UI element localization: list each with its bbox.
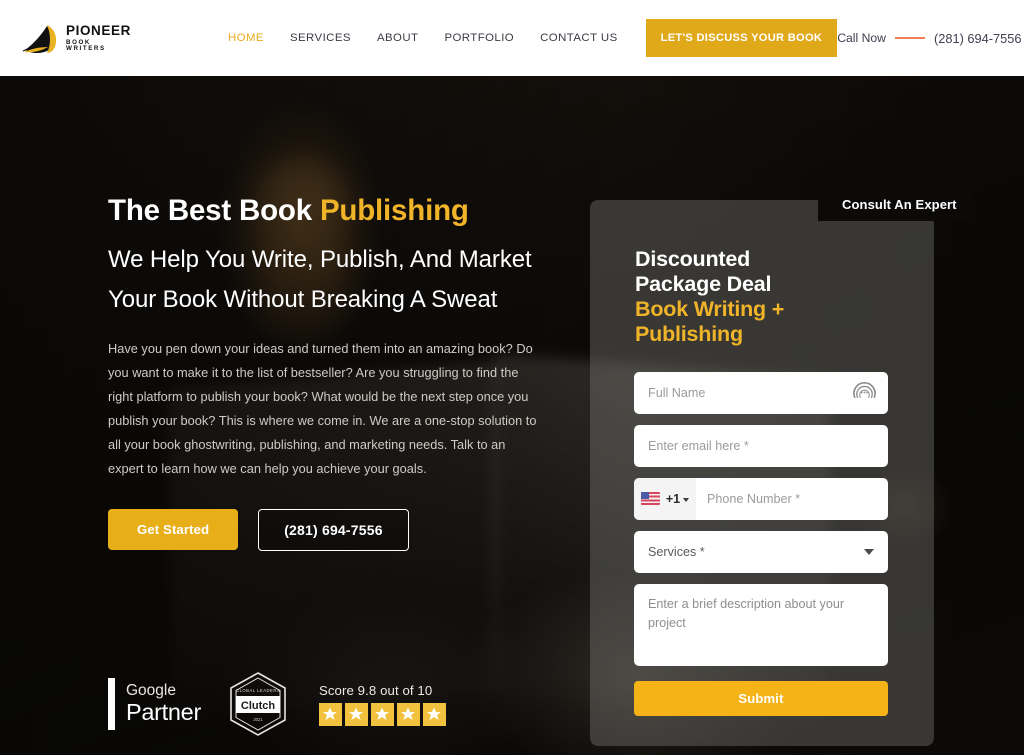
submit-button[interactable]: Submit bbox=[634, 680, 888, 716]
nav-item-about[interactable]: ABOUT bbox=[377, 32, 419, 44]
services-select[interactable]: Services * bbox=[634, 530, 888, 573]
hero-title: The Best Book Publishing bbox=[108, 194, 558, 227]
primary-nav: HOME SERVICES ABOUT PORTFOLIO CONTACT US bbox=[228, 32, 618, 44]
star-icon bbox=[344, 702, 368, 726]
form-heading-line2: Package Deal bbox=[635, 272, 772, 297]
form-heading-line3: Book Writing + bbox=[635, 297, 785, 322]
google-partner-text: Google Partner bbox=[126, 681, 201, 725]
site-header: PIONEER BOOK WRITERS HOME SERVICES ABOUT… bbox=[0, 0, 1024, 76]
google-partner-line2: Partner bbox=[126, 698, 201, 725]
lets-discuss-your-book-button[interactable]: LET'S DISCUSS YOUR BOOK bbox=[645, 19, 838, 57]
call-now-label: Call Now bbox=[837, 31, 886, 45]
form-heading-line4: Publishing bbox=[635, 322, 743, 347]
us-flag-icon bbox=[640, 492, 660, 506]
nav-item-services[interactable]: SERVICES bbox=[290, 32, 351, 44]
rating-score-text: Score 9.8 out of 10 bbox=[318, 682, 433, 698]
email-input[interactable] bbox=[634, 424, 888, 467]
country-code-label: +1 bbox=[665, 491, 681, 506]
hero-phone-button[interactable]: (281) 694-7556 bbox=[258, 508, 409, 551]
services-select-label: Services * bbox=[648, 544, 705, 559]
trust-badges: Google Partner Clutch GLOBAL LEADERS 202… bbox=[108, 671, 446, 737]
form-panel-heading: Discounted Package Deal Book Writing + P… bbox=[590, 200, 934, 348]
phone-field[interactable]: +1 bbox=[634, 477, 888, 520]
call-now-divider bbox=[894, 37, 925, 39]
voice-chat-icon[interactable] bbox=[852, 380, 877, 405]
form-heading-line1: Discounted bbox=[635, 247, 751, 271]
google-partner-badge: Google Partner bbox=[108, 678, 201, 730]
full-name-field[interactable] bbox=[634, 371, 888, 414]
hero-title-plain: The Best Book bbox=[108, 194, 320, 227]
star-icon bbox=[422, 702, 446, 726]
rating-badge: Score 9.8 out of 10 bbox=[318, 682, 446, 726]
chevron-down-icon bbox=[683, 497, 690, 502]
full-name-input[interactable] bbox=[634, 371, 888, 414]
consult-an-expert-tab[interactable]: Consult An Expert bbox=[818, 189, 974, 221]
svg-text:Clutch: Clutch bbox=[241, 700, 276, 712]
clutch-badge-icon: Clutch GLOBAL LEADERS 2021 bbox=[230, 672, 286, 736]
hero-button-row: Get Started (281) 694-7556 bbox=[108, 508, 558, 551]
phone-input[interactable] bbox=[696, 477, 888, 520]
project-description-textarea[interactable] bbox=[634, 583, 888, 666]
call-now-block: Call Now (281) 694-7556 bbox=[837, 31, 1021, 46]
nav-item-contact-us[interactable]: CONTACT US bbox=[540, 32, 618, 44]
email-field[interactable] bbox=[634, 424, 888, 467]
google-partner-bar bbox=[108, 678, 115, 730]
svg-text:GLOBAL LEADERS: GLOBAL LEADERS bbox=[236, 688, 280, 693]
star-icon bbox=[318, 702, 342, 726]
logo-subtitle: BOOK WRITERS bbox=[66, 38, 106, 52]
star-icon bbox=[370, 702, 394, 726]
logo-text: PIONEER BOOK WRITERS bbox=[66, 24, 131, 52]
rating-stars bbox=[318, 702, 446, 726]
get-started-button[interactable]: Get Started bbox=[108, 509, 239, 551]
call-now-phone-number[interactable]: (281) 694-7556 bbox=[934, 31, 1022, 46]
consultation-form-panel: Discounted Package Deal Book Writing + P… bbox=[590, 200, 934, 746]
hero-title-accent: Publishing bbox=[319, 194, 469, 227]
nav-item-portfolio[interactable]: PORTFOLIO bbox=[444, 32, 514, 44]
nav-item-home[interactable]: HOME bbox=[228, 32, 264, 44]
star-icon bbox=[396, 702, 420, 726]
site-logo[interactable]: PIONEER BOOK WRITERS bbox=[22, 20, 131, 56]
logo-name: PIONEER bbox=[66, 23, 131, 39]
google-partner-line1: Google bbox=[126, 681, 176, 699]
hero-subtitle: We Help You Write, Publish, And Market Y… bbox=[108, 246, 532, 314]
hero-copy: The Best Book Publishing We Help You Wri… bbox=[108, 194, 558, 551]
chevron-down-icon bbox=[864, 548, 874, 555]
country-code-selector[interactable]: +1 bbox=[634, 477, 696, 520]
hero-paragraph: Have you pen down your ideas and turned … bbox=[108, 341, 537, 476]
quill-pen-logo-icon bbox=[22, 25, 57, 53]
svg-text:2021: 2021 bbox=[253, 717, 263, 722]
project-description-field[interactable] bbox=[634, 583, 888, 666]
consultation-form: +1 Services * Submit bbox=[590, 348, 934, 716]
hero-section: The Best Book Publishing We Help You Wri… bbox=[0, 76, 1024, 755]
